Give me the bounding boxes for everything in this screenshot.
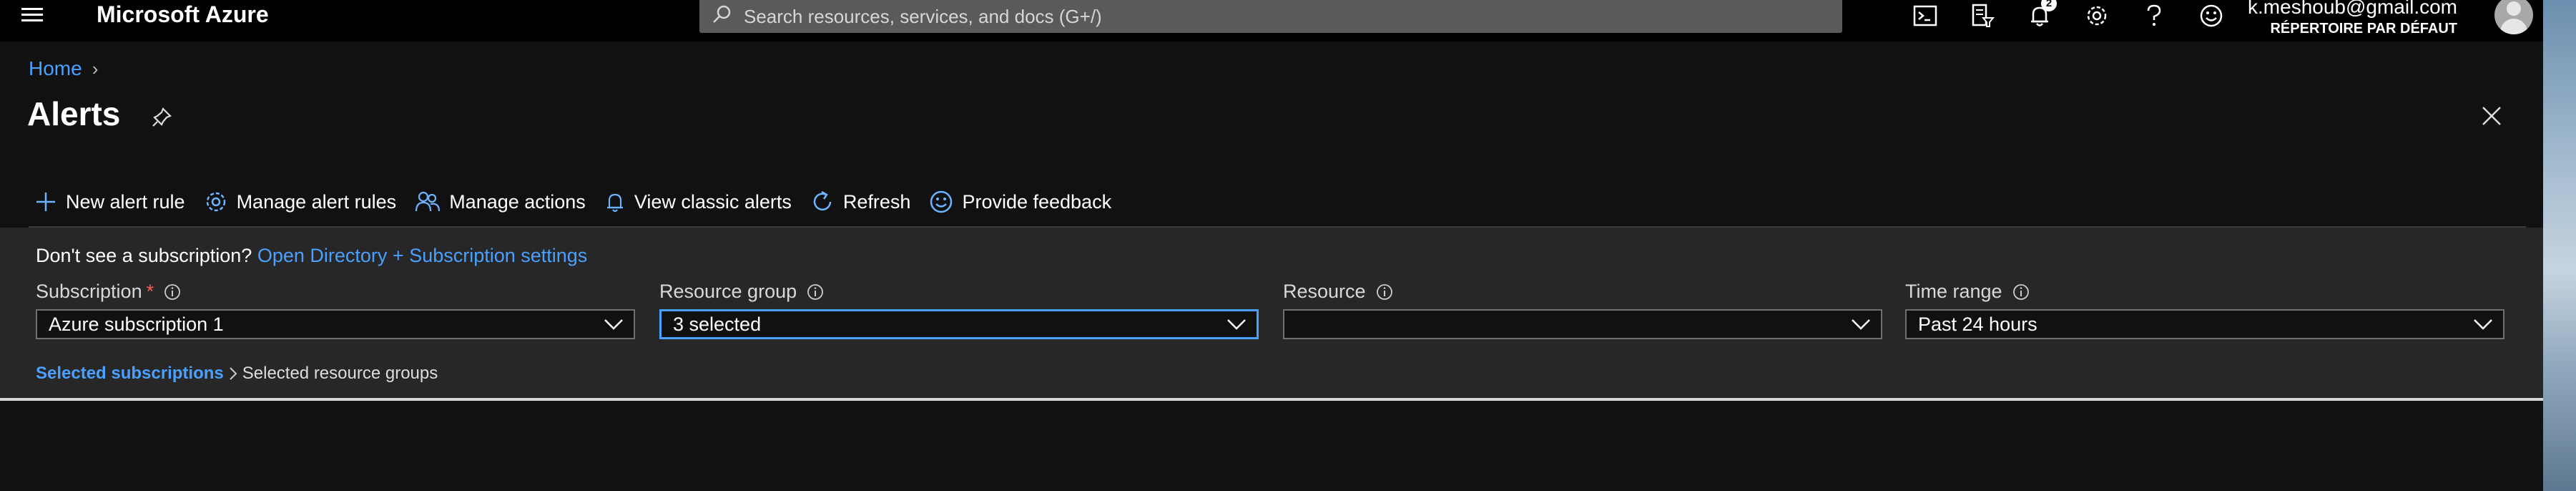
resource-group-value: 3 selected — [673, 313, 762, 335]
hamburger-icon[interactable] — [21, 4, 50, 29]
search-input[interactable]: Search resources, services, and docs (G+… — [699, 0, 1842, 33]
notice-text: Don't see a subscription? — [36, 245, 252, 266]
info-icon[interactable] — [164, 283, 181, 301]
resource-group-label: Resource group — [659, 281, 797, 302]
time-range-value: Past 24 hours — [1918, 313, 2037, 335]
manage-alert-rules-label: Manage alert rules — [236, 190, 397, 213]
time-range-label: Time range — [1905, 281, 2002, 302]
manage-actions-button[interactable]: Manage actions — [415, 190, 586, 214]
avatar[interactable] — [2494, 0, 2533, 34]
subscription-dropdown[interactable]: Azure subscription 1 — [36, 309, 635, 339]
smiley-icon — [930, 190, 953, 213]
refresh-button[interactable]: Refresh — [810, 190, 911, 214]
refresh-label: Refresh — [842, 190, 911, 213]
chevron-down-icon — [604, 319, 623, 330]
resource-group-label-row: Resource group — [659, 281, 824, 303]
panel-bottom-border — [0, 398, 2543, 401]
plus-icon — [36, 193, 55, 211]
info-icon[interactable] — [807, 283, 824, 301]
bell-icon — [606, 193, 623, 213]
chevron-down-icon — [1852, 319, 1870, 330]
info-icon[interactable] — [1376, 283, 1393, 301]
directory-filter-icon[interactable] — [1967, 1, 1998, 30]
resource-label: Resource — [1283, 281, 1366, 302]
manage-alert-rules-button[interactable]: Manage alert rules — [204, 190, 397, 214]
filter-breadcrumb: Selected subscriptions Selected resource… — [36, 364, 438, 384]
close-icon[interactable] — [2479, 103, 2504, 129]
new-alert-rule-label: New alert rule — [66, 190, 185, 213]
page-title: Alerts — [27, 95, 121, 132]
command-bar: New alert rule Manage alert rules Manage… — [34, 185, 1130, 219]
required-marker: * — [146, 281, 154, 302]
resource-label-row: Resource — [1283, 281, 1393, 303]
people-icon — [416, 191, 441, 212]
account-email: k.meshoub@gmail.com — [2248, 0, 2457, 18]
provide-feedback-label: Provide feedback — [962, 190, 1112, 213]
refresh-icon — [813, 190, 832, 211]
selected-resource-groups-label: Selected resource groups — [242, 364, 438, 383]
info-icon[interactable] — [2012, 283, 2030, 301]
subscription-notice: Don't see a subscription? Open Directory… — [36, 245, 587, 267]
resource-dropdown[interactable] — [1283, 309, 1882, 339]
gear-icon[interactable] — [2081, 1, 2113, 30]
feedback-smiley-icon[interactable] — [2196, 1, 2227, 30]
chevron-right-icon: › — [92, 58, 99, 79]
subscription-label-row: Subscription * — [36, 281, 181, 303]
chevron-down-icon — [1227, 319, 1246, 330]
breadcrumb-home[interactable]: Home — [29, 57, 82, 79]
account-info[interactable]: k.meshoub@gmail.com RÉPERTOIRE PAR DÉFAU… — [2248, 0, 2457, 37]
pin-icon[interactable] — [149, 104, 174, 130]
bell-icon[interactable]: 2 — [2024, 0, 2057, 30]
manage-actions-label: Manage actions — [449, 190, 586, 213]
account-directory: RÉPERTOIRE PAR DÉFAUT — [2270, 21, 2457, 37]
directory-settings-link[interactable]: Open Directory + Subscription settings — [257, 245, 587, 266]
notification-badge: 2 — [2041, 0, 2057, 11]
time-range-label-row: Time range — [1905, 281, 2030, 303]
gear-icon — [206, 192, 225, 212]
chevron-right-icon — [230, 367, 237, 380]
subscription-value: Azure subscription 1 — [49, 313, 224, 335]
cloud-shell-icon[interactable] — [1909, 1, 1941, 30]
search-placeholder: Search resources, services, and docs (G+… — [744, 5, 1102, 27]
view-classic-alerts-label: View classic alerts — [634, 190, 792, 213]
top-bar: Microsoft Azure Search resources, servic… — [0, 0, 2543, 42]
resource-group-dropdown[interactable]: 3 selected — [659, 309, 1259, 339]
selected-subscriptions-link[interactable]: Selected subscriptions — [36, 364, 224, 384]
desktop-background-strip — [2543, 0, 2576, 491]
chevron-down-icon — [2474, 319, 2492, 330]
subscription-label: Subscription — [36, 281, 142, 302]
provide-feedback-button[interactable]: Provide feedback — [929, 190, 1111, 214]
search-icon — [713, 5, 731, 23]
new-alert-rule-button[interactable]: New alert rule — [34, 190, 185, 213]
breadcrumb: Home › — [29, 57, 98, 80]
help-icon[interactable] — [2138, 1, 2170, 30]
brand-name[interactable]: Microsoft Azure — [97, 0, 269, 29]
view-classic-alerts-button[interactable]: View classic alerts — [604, 190, 792, 213]
time-range-dropdown[interactable]: Past 24 hours — [1905, 309, 2504, 339]
